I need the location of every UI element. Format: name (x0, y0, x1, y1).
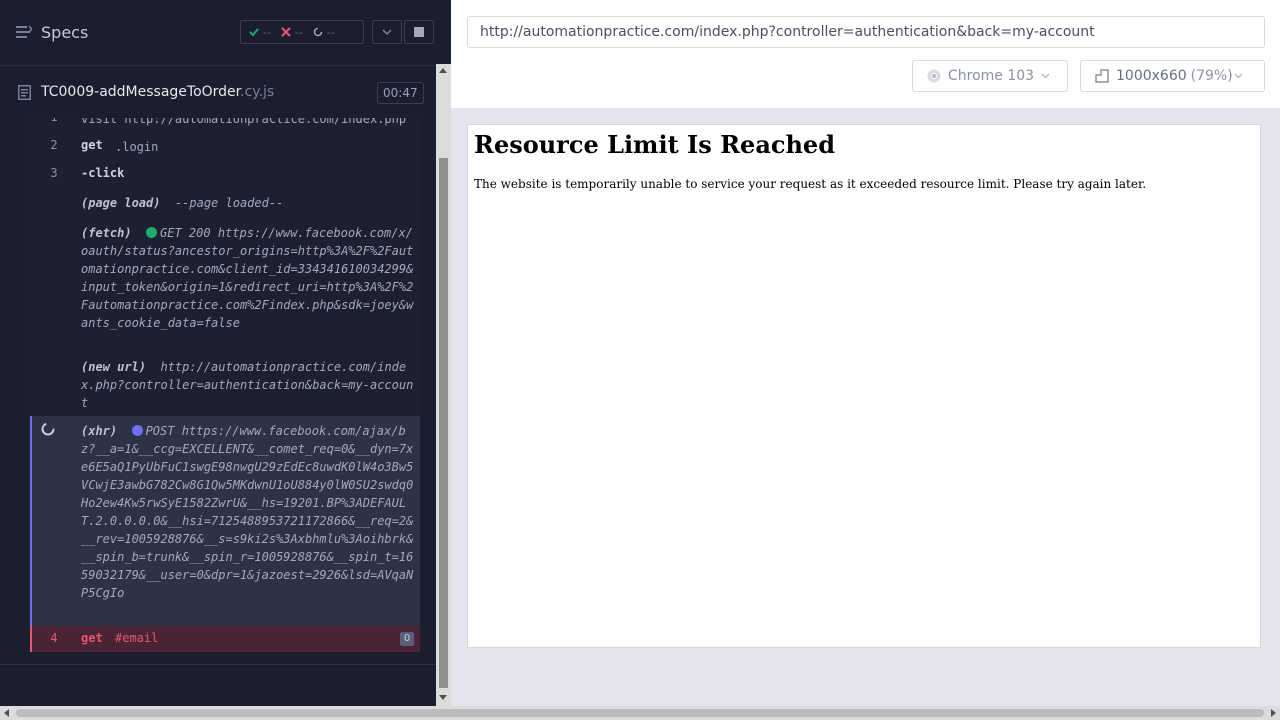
element-count-badge: 0 (400, 632, 414, 646)
event-page-load[interactable]: (page load) --page loaded-- (30, 194, 420, 212)
command-number: 2 (50, 138, 58, 152)
page-message: The website is temporarily unable to ser… (474, 177, 1147, 191)
browser-select-button[interactable]: Chrome 103 (912, 60, 1068, 92)
event-name: (xhr) (81, 424, 118, 438)
command-click[interactable]: 3 -click (30, 166, 420, 184)
reporter-scrollbar[interactable] (436, 64, 451, 706)
command-name: -click (81, 166, 125, 180)
x-icon (281, 27, 291, 37)
event-line: (page load) --page loaded-- (81, 194, 414, 212)
viewport-scale: (79%) (1190, 68, 1233, 84)
horizontal-scrollbar[interactable] (0, 706, 1280, 720)
viewport-button[interactable]: 1000x660 (79%) (1080, 60, 1265, 92)
chevron-down-icon (382, 29, 392, 35)
file-icon (18, 85, 31, 100)
scroll-down-icon[interactable] (439, 695, 447, 700)
specs-bar: Specs -- -- -- (0, 0, 451, 64)
spec-file-name: TC0009-addMessageToOrder.cy.js (41, 84, 274, 100)
stop-button[interactable] (404, 20, 434, 44)
reporter-panel: Specs -- -- -- TC0009-addMessageToOrder.… (0, 0, 451, 706)
event-name: (new url) (81, 360, 147, 374)
event-line: (fetch) GET 200 https://www.facebook.com… (81, 224, 414, 332)
scroll-left-icon[interactable] (4, 709, 9, 717)
event-xhr[interactable]: (xhr) POST https://www.facebook.com/ajax… (30, 416, 420, 626)
aut-iframe[interactable]: Resource Limit Is Reached The website is… (467, 124, 1261, 648)
scrollbar-thumb[interactable] (16, 709, 1264, 717)
event-name: (fetch) (81, 226, 132, 240)
event-url: https://www.facebook.com/x/oauth/status?… (81, 226, 414, 330)
scroll-right-icon[interactable] (1271, 709, 1276, 717)
viewport-icon (1095, 69, 1109, 83)
test-stats: -- -- -- (240, 20, 364, 44)
event-status: GET 200 (160, 226, 211, 240)
command-message: .login (115, 140, 159, 154)
scroll-up-icon[interactable] (439, 68, 447, 73)
browser-name: Chrome 103 (948, 68, 1035, 84)
event-message: --page loaded-- (174, 196, 284, 210)
specs-toggle-button[interactable]: Specs (16, 20, 88, 44)
command-log: 1 visit http://automationpractice.com/in… (0, 118, 436, 665)
menu-icon (16, 25, 32, 38)
chevron-down-icon (1041, 73, 1050, 79)
command-message: #email (115, 631, 159, 645)
spec-duration: 00:47 (377, 82, 424, 104)
command-get-email[interactable]: 4 get #email 0 (30, 626, 420, 652)
failed-count: -- (294, 25, 303, 39)
pending-stat: -- (313, 26, 335, 39)
command-name: get (81, 138, 103, 152)
spinner-icon (313, 27, 323, 37)
event-fetch[interactable]: (fetch) GET 200 https://www.facebook.com… (30, 224, 420, 344)
aut-header: http://automationpractice.com/index.php?… (451, 0, 1280, 108)
specs-label: Specs (41, 22, 89, 42)
spec-base-name: TC0009-addMessageToOrder (41, 84, 241, 100)
command-get-login[interactable]: 2 get .login (30, 138, 420, 156)
chrome-icon (927, 69, 941, 83)
check-icon (249, 28, 259, 37)
spec-extension: .cy.js (240, 84, 275, 100)
event-method: POST (145, 424, 175, 438)
command-number: 1 (48, 118, 60, 124)
chevron-down-icon (1234, 73, 1243, 79)
expand-collapse-button[interactable] (372, 20, 402, 44)
command-name: get (81, 631, 103, 645)
pending-count: -- (326, 25, 335, 39)
viewport-size: 1000x660 (1116, 68, 1187, 84)
command-number: 3 (50, 166, 58, 180)
command-number: 4 (50, 631, 58, 645)
event-url: https://www.facebook.com/ajax/bz?__a=1&_… (81, 424, 414, 600)
scrollbar-thumb[interactable] (439, 158, 448, 688)
url-field[interactable]: http://automationpractice.com/index.php?… (467, 16, 1265, 48)
event-new-url[interactable]: (new url) http://automationpractice.com/… (30, 358, 420, 412)
event-name: (page load) (81, 196, 161, 210)
command-message: visit http://automationpractice.com/inde… (81, 118, 407, 126)
spec-header[interactable]: TC0009-addMessageToOrder.cy.js 00:47 (0, 65, 436, 118)
event-line: (new url) http://automationpractice.com/… (81, 358, 414, 412)
failed-stat: -- (281, 26, 303, 39)
command-visit[interactable]: 1 visit http://automationpractice.com/in… (30, 118, 420, 126)
fetch-status-dot-icon (146, 227, 158, 238)
divider (0, 664, 436, 665)
event-line: (xhr) POST https://www.facebook.com/ajax… (81, 422, 414, 602)
passed-count: -- (263, 25, 271, 39)
stop-icon (414, 27, 424, 37)
xhr-status-dot-icon (131, 425, 143, 436)
page-title: Resource Limit Is Reached (474, 130, 835, 159)
passed-stat: -- (249, 26, 271, 39)
spinner-icon (41, 422, 55, 436)
